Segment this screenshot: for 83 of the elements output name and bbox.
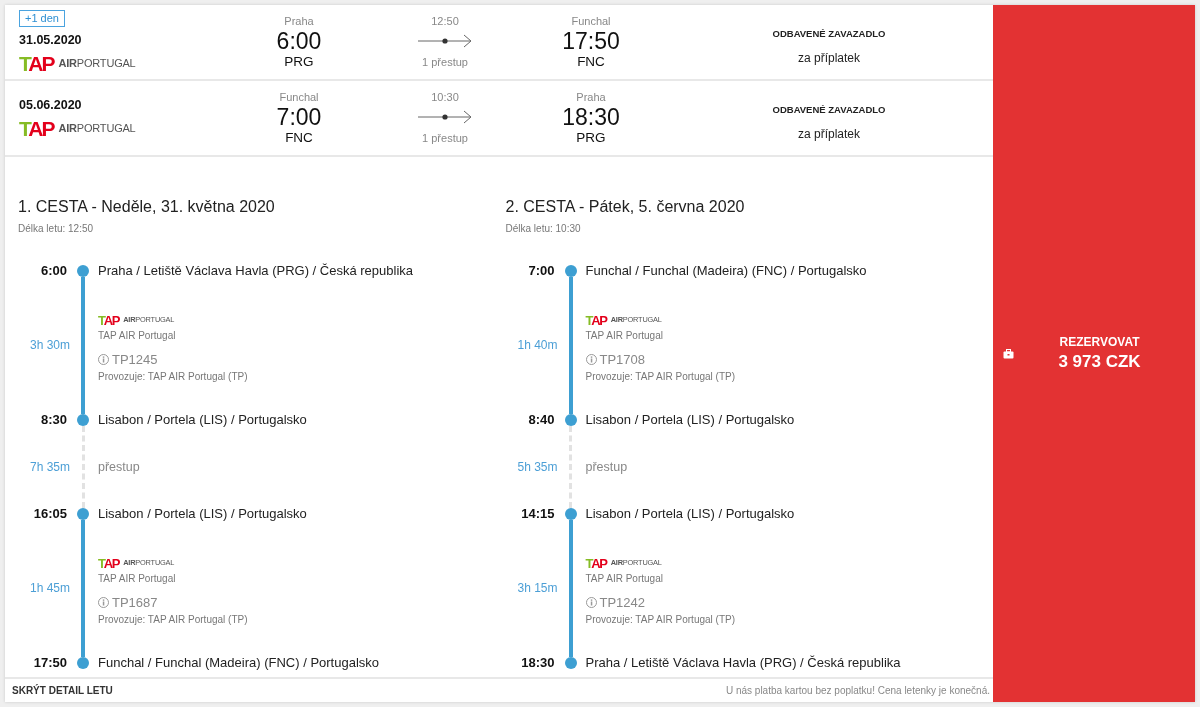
baggage-note: za příplatek (797, 125, 860, 142)
timeline-dot-icon (564, 265, 577, 277)
flight-duration: 10:30 (431, 90, 459, 104)
flight-date: 31.05.2020 (19, 33, 82, 48)
stop-place: Funchal / Funchal (Madeira) (FNC) / Portugalsko (584, 262, 868, 280)
timeline-dot-icon (77, 265, 89, 277)
baggage-title: ODBAVENÉ ZAVAZADLO (772, 26, 886, 41)
airport-code: FNC (285, 130, 313, 146)
operator-text: Provozuje: TAP AIR Portugal (TP) (98, 370, 248, 383)
hide-details-link[interactable]: SKRÝT DETAIL LETU (12, 683, 113, 698)
flight-number: TP1245 (112, 351, 158, 368)
airport-code: PRG (284, 54, 314, 70)
info-icon (98, 354, 109, 365)
stop-time: 18:30 (520, 654, 556, 672)
stop-time: 14:15 (520, 505, 556, 523)
route-arrow-icon (418, 34, 472, 48)
flight-duration: 12:50 (431, 14, 459, 28)
arrival-city: Funchal (571, 14, 611, 28)
airline-name: TAP AIR Portugal (98, 329, 176, 342)
arrival-time: 17:50 (562, 28, 620, 54)
stop-place: Praha / Letiště Václava Havla (PRG) / Česká republika (97, 262, 415, 280)
flight-number: TP1708 (599, 351, 646, 368)
baggage-title: ODBAVENÉ ZAVAZADLO (772, 102, 886, 117)
timeline-dot-icon (77, 508, 89, 520)
airline-logo: TAP AIRPORTUGAL (19, 117, 136, 139)
departure-time: 7:00 (276, 104, 322, 130)
airport-code: PRG (576, 130, 606, 146)
segment-duration: 3h 30m (29, 338, 70, 353)
timeline-dot-icon (564, 414, 577, 426)
payment-note: U nás platba kartou bez poplatku! Cena letenky je konečná. (725, 684, 990, 698)
arrival-city: Praha (576, 90, 606, 104)
layover-label: přestup (584, 459, 629, 475)
info-icon (585, 597, 597, 608)
airline-name: TAP AIR Portugal (585, 329, 663, 342)
stop-place: Lisabon / Portela (LIS) / Portugalsko (97, 411, 308, 429)
layover-label: přestup (97, 459, 141, 475)
flight-number: TP1687 (112, 594, 158, 611)
departure-city: Funchal (279, 90, 319, 104)
stop-place: Lisabon / Portela (LIS) / Portugalsko (584, 505, 796, 523)
departure-time: 6:00 (276, 28, 322, 54)
segment-duration: 1h 45m (29, 581, 70, 596)
airline-name: TAP AIR Portugal (98, 572, 176, 585)
segment-duration: 3h 15m (517, 581, 558, 596)
operator-text: Provozuje: TAP AIR Portugal (TP) (98, 613, 248, 626)
stop-time: 17:50 (32, 654, 68, 672)
operator-text: Provozuje: TAP AIR Portugal (TP) (585, 370, 735, 383)
next-day-badge: +1 den (19, 10, 65, 27)
info-icon (98, 597, 109, 608)
book-button[interactable]: REZERVOVAT 3 973 CZK (993, 5, 1195, 702)
briefcase-icon (1003, 348, 1014, 359)
stop-time: 8:40 (527, 411, 556, 429)
info-icon (585, 354, 597, 365)
timeline-dot-icon (77, 657, 89, 669)
stop-place: Praha / Letiště Václava Havla (PRG) / Česká republika (584, 654, 902, 672)
departure-city: Praha (284, 14, 314, 28)
stop-place: Lisabon / Portela (LIS) / Portugalsko (97, 505, 308, 523)
flight-number: TP1242 (599, 594, 646, 611)
airline-name: TAP AIR Portugal (585, 572, 663, 585)
flight-length: Délka letu: 12:50 (18, 222, 95, 235)
operator-text: Provozuje: TAP AIR Portugal (TP) (585, 613, 735, 626)
route-arrow-icon (418, 110, 472, 124)
stop-place: Lisabon / Portela (LIS) / Portugalsko (584, 411, 796, 429)
arrival-time: 18:30 (562, 104, 620, 130)
stop-place: Funchal / Funchal (Madeira) (FNC) / Portugalsko (97, 654, 381, 672)
journey-title: 2. CESTA - Pátek, 5. června 2020 (505, 197, 746, 217)
timeline-dot-icon (564, 508, 577, 520)
layover-duration: 5h 35m (517, 459, 558, 475)
stops-count: 1 přestup (422, 131, 468, 146)
airline-logo: TAP AIRPORTUGAL (19, 53, 136, 74)
flight-length: Délka letu: 10:30 (505, 222, 582, 235)
stop-time: 6:00 (39, 262, 68, 280)
stop-time: 8:30 (39, 411, 68, 429)
timeline-dot-icon (564, 657, 577, 669)
segment-duration: 1h 40m (517, 338, 558, 353)
baggage-note: za příplatek (797, 49, 860, 66)
flight-date: 05.06.2020 (19, 97, 82, 113)
stop-time: 7:00 (527, 262, 556, 280)
layover-duration: 7h 35m (29, 459, 70, 475)
airport-code: FNC (577, 54, 605, 70)
journey-title: 1. CESTA - Neděle, 31. května 2020 (18, 197, 276, 217)
timeline-dot-icon (77, 414, 89, 426)
stops-count: 1 přestup (422, 55, 468, 70)
stop-time: 16:05 (32, 505, 68, 523)
